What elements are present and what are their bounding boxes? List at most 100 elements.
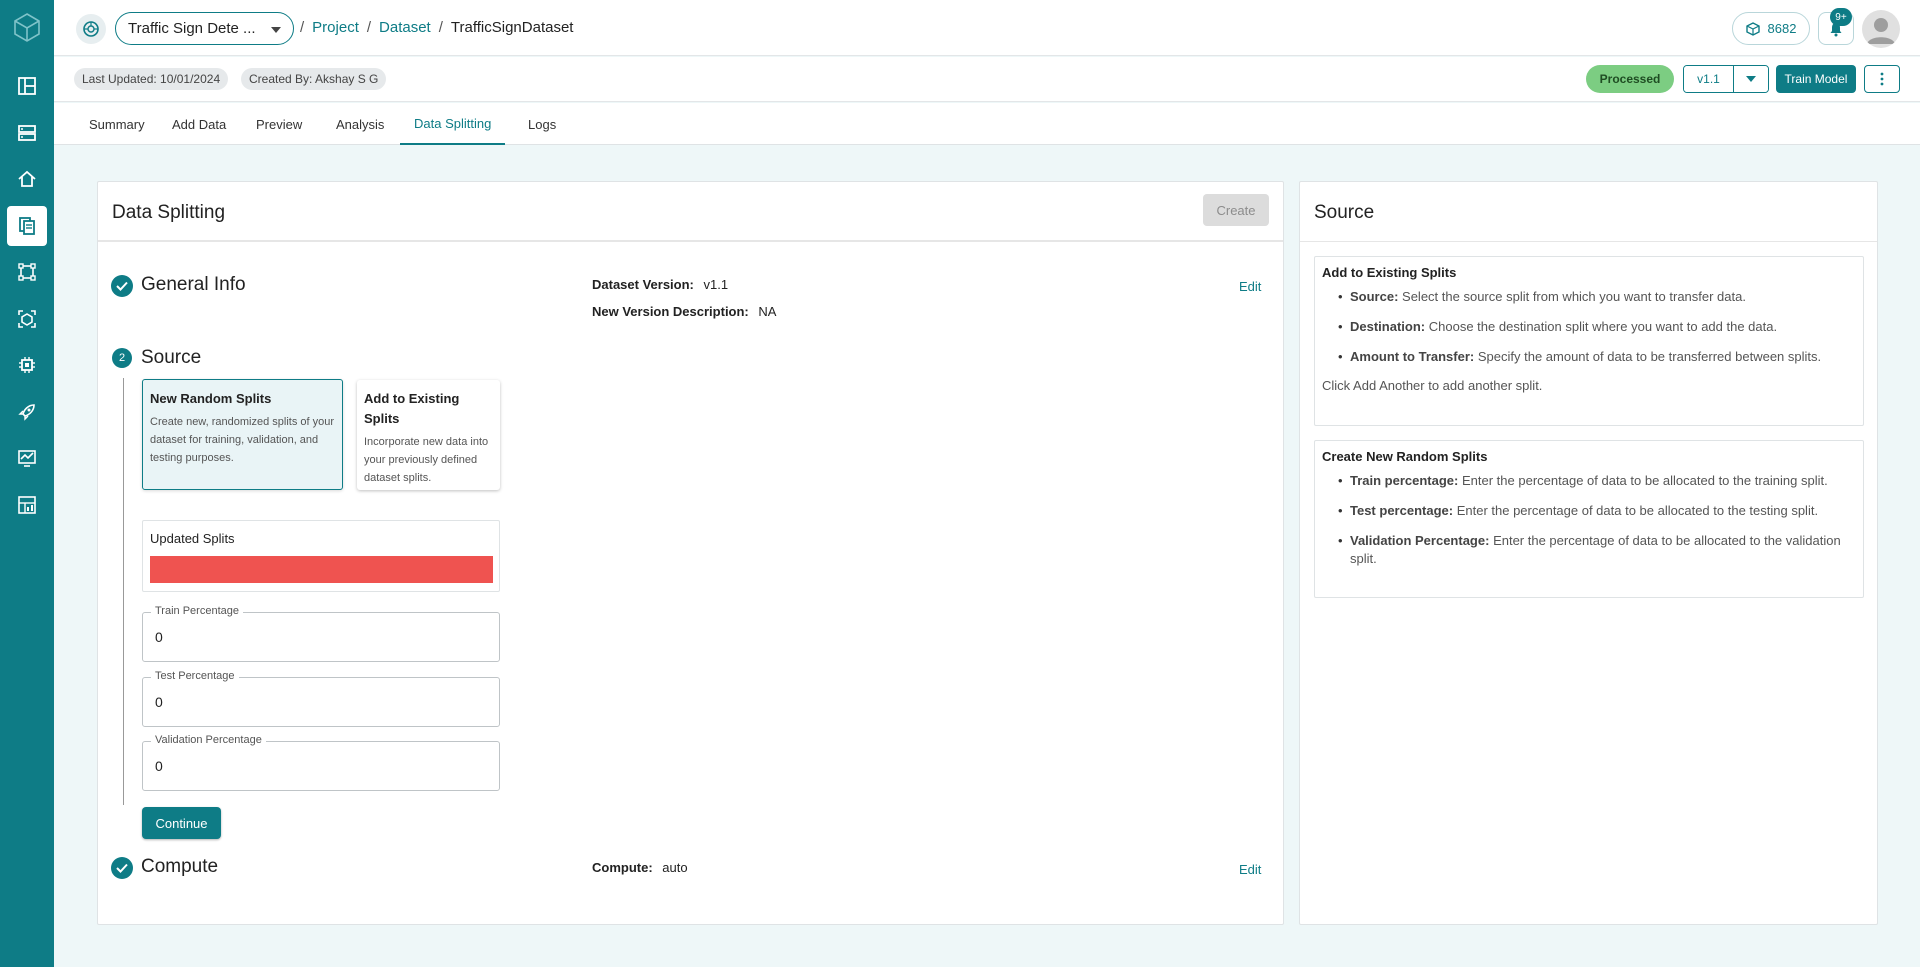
sidebar-item-home[interactable] (7, 159, 47, 199)
updated-splits-panel: Updated Splits (142, 520, 500, 592)
project-select[interactable]: Traffic Sign Dete ... (115, 12, 294, 45)
train-model-button[interactable]: Train Model (1776, 65, 1856, 93)
breadcrumb-separator: / (300, 19, 305, 36)
monitor-chart-icon (18, 450, 36, 467)
help-item: Validation Percentage: Enter the percent… (1338, 532, 1856, 568)
version-dropdown-button[interactable] (1734, 66, 1768, 92)
help-item-key: Train percentage: (1350, 473, 1459, 488)
sidebar-item-annotation[interactable] (7, 252, 47, 292)
version-button[interactable]: v1.1 (1684, 66, 1734, 92)
sidebar-item-dashboard[interactable] (7, 66, 47, 106)
help-item-text: Specify the amount of data to be transfe… (1477, 349, 1822, 364)
option-title: New Random Splits (150, 391, 272, 406)
caret-down-icon (1746, 76, 1756, 82)
help-item-text: Choose the destination split where you w… (1428, 319, 1778, 334)
last-updated-chip: Last Updated: 10/01/2024 (74, 68, 229, 90)
train-percentage-label: Train Percentage (151, 605, 243, 617)
table-chart-icon (18, 496, 36, 514)
dataset-version-row: Dataset Version: v1.1 (592, 277, 728, 292)
validation-percentage-label: Validation Percentage (151, 734, 266, 746)
caret-down-icon (271, 27, 281, 33)
tab-summary[interactable]: Summary (75, 103, 159, 145)
train-percentage-input[interactable] (155, 629, 475, 645)
continue-button[interactable]: Continue (142, 807, 221, 839)
dataset-meta-bar: Last Updated: 10/01/2024 Created By: Aks… (54, 57, 1920, 102)
chip-icon (19, 357, 35, 373)
test-percentage-field: Test Percentage (142, 670, 500, 727)
updated-splits-label: Updated Splits (150, 531, 235, 546)
general-info-edit-link[interactable]: Edit (1239, 279, 1261, 294)
compute-edit-link[interactable]: Edit (1239, 862, 1261, 877)
brain-icon (83, 21, 99, 37)
kebab-menu-icon (1880, 72, 1884, 86)
help-item-key: Test percentage: (1350, 503, 1454, 518)
validation-percentage-field: Validation Percentage (142, 734, 500, 791)
app-logo-icon[interactable] (12, 12, 42, 42)
created-by-chip: Created By: Akshay S G (241, 68, 387, 90)
tab-logs[interactable]: Logs (514, 103, 570, 145)
breadcrumb-project-link[interactable]: Project (312, 19, 359, 36)
breadcrumb-separator: / (366, 19, 372, 36)
avatar[interactable] (1862, 10, 1900, 48)
help-create-random-splits: Create New Random Splits Train percentag… (1314, 440, 1864, 598)
source-step-number: 2 (112, 348, 132, 368)
card-header: Data Splitting Create (98, 182, 1283, 242)
help-add-existing-splits: Add to Existing Splits Source: Select th… (1314, 256, 1864, 426)
sidebar-item-compute[interactable] (7, 345, 47, 385)
breadcrumb: / Project / Dataset / TrafficSignDataset (300, 19, 573, 36)
top-bar: Traffic Sign Dete ... / Project / Datase… (54, 0, 1920, 56)
breadcrumb-dataset-link[interactable]: Dataset (379, 19, 431, 36)
sidebar-item-deploy[interactable] (7, 392, 47, 432)
option-add-to-existing-splits[interactable]: Add to Existing Splits Incorporate new d… (357, 380, 500, 490)
tab-preview[interactable]: Preview (242, 103, 316, 145)
tab-data-splitting[interactable]: Data Splitting (400, 103, 506, 145)
credits-button[interactable]: 8682 (1732, 12, 1810, 45)
sidebar-item-storage[interactable] (7, 113, 47, 153)
version-description-row: New Version Description: NA (592, 304, 776, 319)
step-connector (123, 378, 124, 805)
create-button[interactable]: Create (1203, 194, 1269, 226)
source-help-card: Source Add to Existing Splits Source: Se… (1299, 181, 1878, 925)
breadcrumb-current: TrafficSignDataset (450, 19, 574, 36)
tab-analysis[interactable]: Analysis (322, 103, 398, 145)
split-distribution-bar (150, 556, 493, 583)
help-item: Destination: Choose the destination spli… (1338, 318, 1856, 336)
help-section-title: Add to Existing Splits (1322, 265, 1457, 280)
side-card-title: Source (1314, 202, 1375, 223)
version-selector: v1.1 (1683, 65, 1769, 93)
compute-check-icon (111, 857, 133, 879)
version-description-value: NA (758, 304, 777, 319)
sidebar-item-monitoring[interactable] (7, 438, 47, 478)
documents-icon (19, 217, 35, 235)
validation-percentage-input[interactable] (155, 758, 475, 774)
test-percentage-input[interactable] (155, 694, 475, 710)
annotation-icon (18, 263, 36, 281)
help-note: Click Add Another to add another split. (1322, 378, 1543, 393)
sidebar (0, 0, 54, 967)
sidebar-item-reports[interactable] (7, 485, 47, 525)
option-new-random-splits[interactable]: New Random Splits Create new, randomized… (142, 379, 343, 490)
help-item-key: Destination: (1350, 319, 1426, 334)
help-section-title: Create New Random Splits (1322, 449, 1488, 464)
help-item-key: Validation Percentage: (1350, 533, 1490, 548)
option-description: Incorporate new data into your previousl… (364, 436, 489, 484)
option-description: Create new, randomized splits of your da… (150, 416, 335, 464)
tab-add-data[interactable]: Add Data (158, 103, 240, 145)
breadcrumb-separator: / (438, 19, 443, 36)
help-item-key: Source: (1350, 289, 1399, 304)
home-icon (18, 170, 36, 187)
sidebar-item-datasets[interactable] (0, 206, 47, 246)
more-options-button[interactable] (1864, 65, 1900, 93)
help-item: Train percentage: Enter the percentage o… (1338, 472, 1856, 490)
rocket-icon (18, 404, 35, 421)
general-info-check-icon (111, 275, 133, 297)
cube-icon (1745, 21, 1760, 36)
project-icon[interactable] (76, 14, 106, 44)
sidebar-item-models[interactable] (7, 299, 47, 339)
dashboard-icon (18, 77, 36, 95)
server-icon (18, 125, 36, 141)
card-title: Data Splitting (112, 202, 226, 223)
project-select-value: Traffic Sign Dete ... (128, 20, 256, 37)
credits-value: 8682 (1767, 21, 1797, 36)
side-card-header: Source (1300, 182, 1877, 242)
